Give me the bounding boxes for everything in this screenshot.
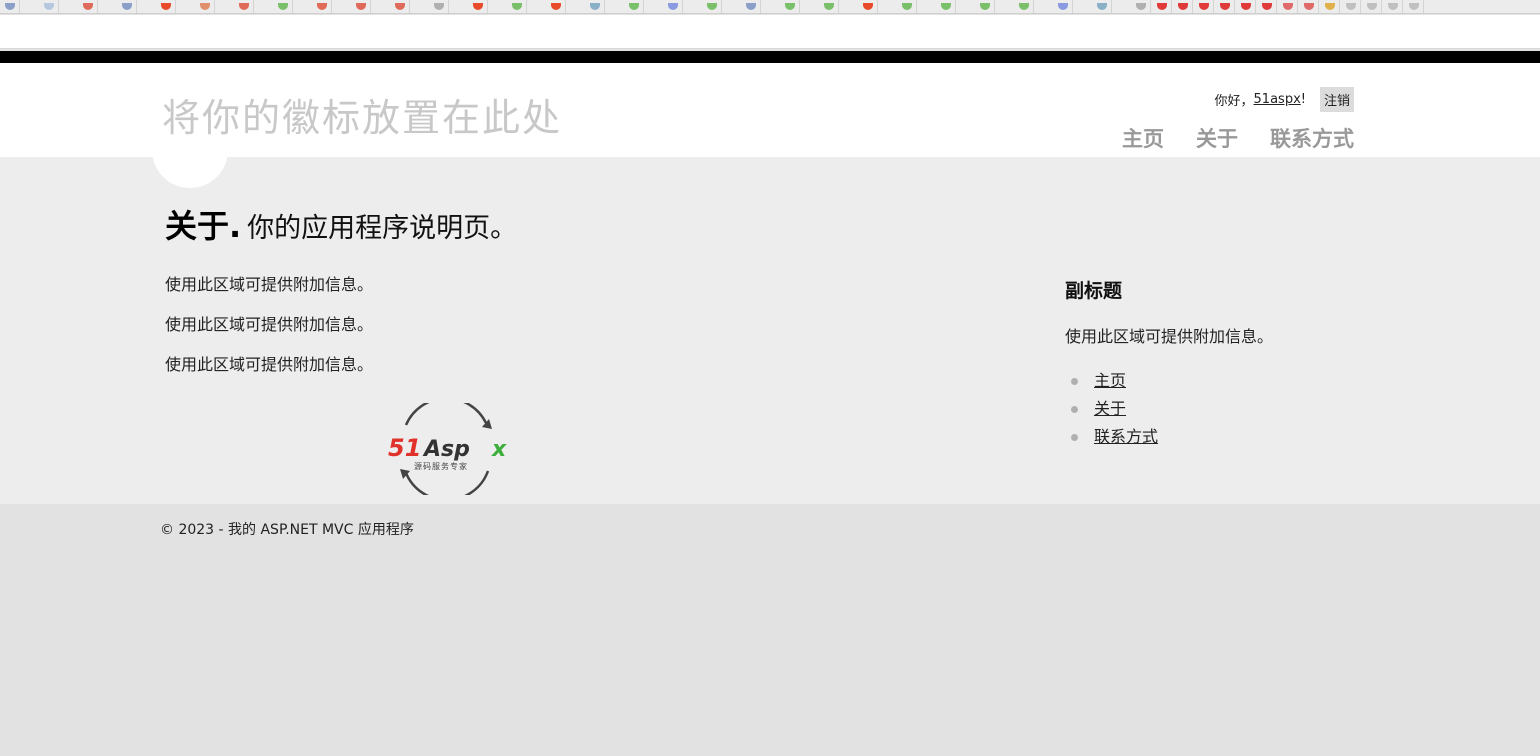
nav-home[interactable]: 主页	[1122, 123, 1164, 153]
favorite-icon[interactable]	[663, 0, 683, 13]
sidebar-link-list: 主页 关于 联系方式	[1065, 367, 1365, 451]
page-title-main: 关于.	[165, 207, 242, 245]
favorite-icon[interactable]	[780, 0, 800, 13]
main-content: 关于. 你的应用程序说明页。 使用此区域可提供附加信息。 使用此区域可提供附加信息…	[0, 147, 1540, 504]
favorite-icon[interactable]	[1278, 0, 1298, 13]
favorite-icon[interactable]	[312, 0, 332, 13]
favorite-icon[interactable]	[195, 0, 215, 13]
favorite-icon[interactable]	[1236, 0, 1256, 13]
favorite-icon[interactable]	[39, 0, 59, 13]
sidebar-text: 使用此区域可提供附加信息。	[1065, 327, 1274, 346]
logo-wordmark-asp: Asp	[422, 437, 470, 462]
header-tab-decoration	[152, 147, 228, 188]
list-item: 关于	[1065, 395, 1365, 423]
favorite-icon[interactable]	[1320, 0, 1340, 13]
favorite-icon[interactable]	[156, 0, 176, 13]
logo-tagline: 源码服务专家	[414, 461, 468, 471]
browser-address-band	[0, 15, 1540, 49]
51aspx-logo-image: 51 Asp x 源码服务专家	[388, 403, 507, 495]
logo-wordmark-x: x	[491, 437, 507, 462]
username-link[interactable]: 51aspx	[1254, 92, 1301, 107]
favorite-icon[interactable]	[1053, 0, 1073, 13]
favorite-icon[interactable]	[1152, 0, 1172, 13]
favorite-icon[interactable]	[1404, 0, 1424, 13]
copyright-text: © 2023 - 我的 ASP.NET MVC 应用程序	[160, 522, 414, 538]
logo-wordmark-51: 51	[388, 434, 421, 462]
favorite-icon[interactable]	[273, 0, 293, 13]
favorite-icon[interactable]	[0, 0, 20, 13]
favorite-icon[interactable]	[624, 0, 644, 13]
content-paragraph: 使用此区域可提供附加信息。	[165, 315, 374, 334]
list-item: 联系方式	[1065, 423, 1365, 451]
favorite-icon[interactable]	[936, 0, 956, 13]
51aspx-logo: 51 Asp x 源码服务专家	[386, 403, 512, 495]
login-display: 你好， 51aspx ! 注销	[1215, 87, 1354, 112]
favorite-icon[interactable]	[1341, 0, 1361, 13]
browser-favorites-bar	[0, 0, 1540, 14]
favorite-icon[interactable]	[858, 0, 878, 13]
favorite-icon[interactable]	[1383, 0, 1403, 13]
nav-about[interactable]: 关于	[1196, 123, 1238, 153]
favorite-icon[interactable]	[351, 0, 371, 13]
nav-contact[interactable]: 联系方式	[1270, 123, 1354, 153]
favorite-icon[interactable]	[1257, 0, 1277, 13]
favorite-icon[interactable]	[507, 0, 527, 13]
sidebar-link-about[interactable]: 关于	[1094, 399, 1126, 418]
main-nav: 主页 关于 联系方式	[1122, 123, 1354, 153]
sidebar-link-contact[interactable]: 联系方式	[1094, 427, 1158, 446]
list-item: 主页	[1065, 367, 1365, 395]
favorite-icon[interactable]	[897, 0, 917, 13]
favorite-icon[interactable]	[1362, 0, 1382, 13]
site-footer: © 2023 - 我的 ASP.NET MVC 应用程序	[0, 504, 1540, 756]
logout-button[interactable]: 注销	[1319, 87, 1354, 112]
favorite-icon[interactable]	[117, 0, 137, 13]
favorite-icon[interactable]	[429, 0, 449, 13]
favorite-icon[interactable]	[1194, 0, 1214, 13]
content-paragraph: 使用此区域可提供附加信息。	[165, 275, 374, 294]
favorite-icon[interactable]	[819, 0, 839, 13]
favorite-icon[interactable]	[234, 0, 254, 13]
greeting-text: 你好，	[1214, 94, 1254, 109]
favorite-icon[interactable]	[741, 0, 761, 13]
site-header: 将你的徽标放置在此处 你好， 51aspx ! 注销 主页 关于 联系方式	[0, 63, 1540, 157]
sidebar: 副标题 使用此区域可提供附加信息。 主页 关于 联系方式	[1065, 276, 1365, 451]
favorite-icon[interactable]	[1215, 0, 1235, 13]
favorite-icon[interactable]	[546, 0, 566, 13]
favorite-icon[interactable]	[702, 0, 722, 13]
favorite-icon[interactable]	[1131, 0, 1151, 13]
favorite-icon[interactable]	[78, 0, 98, 13]
favorite-icon[interactable]	[1014, 0, 1034, 13]
sidebar-heading: 副标题	[1065, 280, 1123, 302]
content-paragraph: 使用此区域可提供附加信息。	[165, 355, 374, 374]
favorite-icon[interactable]	[390, 0, 410, 13]
sidebar-link-home[interactable]: 主页	[1094, 371, 1126, 390]
greeting-suffix: !	[1300, 92, 1306, 107]
favorite-icon[interactable]	[1092, 0, 1112, 13]
favorite-icon[interactable]	[975, 0, 995, 13]
site-logo-placeholder: 将你的徽标放置在此处	[162, 96, 563, 140]
favorite-icon[interactable]	[468, 0, 488, 13]
page-top-bar	[0, 51, 1540, 63]
favorite-icon[interactable]	[1299, 0, 1319, 13]
favorite-icon[interactable]	[1173, 0, 1193, 13]
page-title: 关于. 你的应用程序说明页。	[165, 201, 517, 247]
page-title-sub: 你的应用程序说明页。	[247, 213, 518, 244]
favorite-icon[interactable]	[585, 0, 605, 13]
